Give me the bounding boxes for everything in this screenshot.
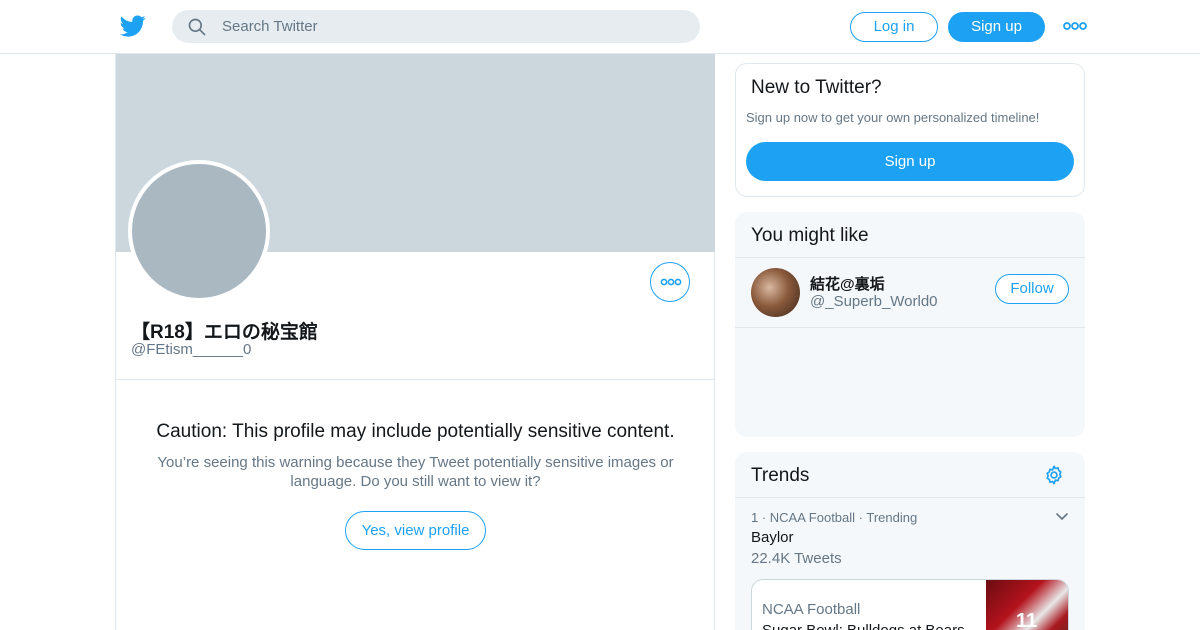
trends-card: Trends 1 · NCAA Football · Trending Bayl… [735,452,1085,630]
news-thumbnail: 11 [986,580,1068,630]
you-might-like-title: You might like [751,225,869,246]
news-source: NCAA Football [762,601,861,618]
suggested-user-name[interactable]: 結花@裏垢 [810,273,885,294]
profile-avatar[interactable] [128,160,270,302]
new-to-twitter-title: New to Twitter? [751,77,882,98]
divider [116,379,715,380]
new-to-twitter-card: New to Twitter? Sign up now to get your … [735,63,1085,197]
profile-handle: @FEtism______0 [131,341,252,358]
trends-title: Trends [751,465,810,486]
search-input[interactable] [222,10,682,43]
more-dots-icon[interactable] [1063,19,1087,33]
chevron-down-icon[interactable] [1055,510,1069,524]
suggested-user-handle: @_Superb_World0 [810,293,938,310]
jersey-number: 11 [1016,610,1038,630]
follow-button[interactable]: Follow [995,274,1069,304]
divider [735,327,1085,328]
trend-meta: 1 · NCAA Football · Trending [751,510,918,525]
caution-text: You’re seeing this warning because they … [157,454,674,490]
trend-news-card[interactable]: NCAA Football Sugar Bowl: Bulldogs at Be… [751,579,1069,630]
you-might-like-card: You might like 結花@裏垢 @_Superb_World0 Fol… [735,212,1085,437]
news-title: Sugar Bowl: Bulldogs at Bears [762,622,982,630]
profile-column: 【R18】エロの秘宝館 @FEtism______0 Caution: This… [115,54,715,630]
signup-button[interactable]: Sign up [948,12,1045,42]
top-navigation-bar: Log in Sign up [0,0,1200,54]
caution-title: Caution: This profile may include potent… [156,421,675,442]
profile-display-name: 【R18】エロの秘宝館 [131,322,318,343]
avatar[interactable] [751,268,800,317]
trend-count: 22.4K Tweets [751,550,842,567]
profile-more-button[interactable] [650,262,690,302]
signup-sidebar-button[interactable]: Sign up [746,142,1074,181]
view-profile-button[interactable]: Yes, view profile [345,511,486,550]
new-to-twitter-subtitle: Sign up now to get your own personalized… [746,110,1040,125]
divider [735,257,1085,258]
login-button[interactable]: Log in [850,12,938,42]
trend-name[interactable]: Baylor [751,529,794,546]
twitter-bird-icon[interactable] [120,13,146,39]
search-bar[interactable] [172,10,700,43]
gear-icon[interactable] [1043,464,1065,486]
search-icon [188,18,206,36]
divider [735,497,1085,498]
more-dots-icon [660,278,682,286]
